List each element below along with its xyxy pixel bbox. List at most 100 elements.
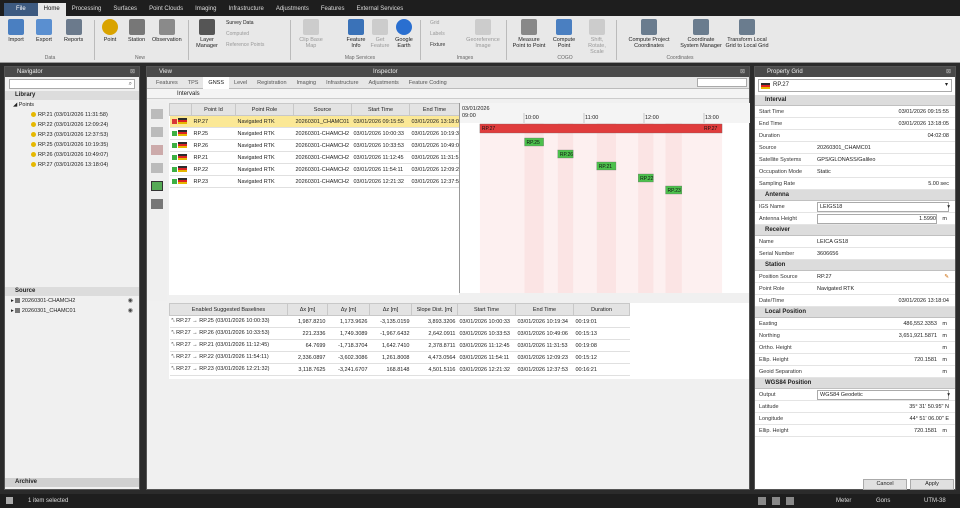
- baseline-row[interactable]: ⤣ RP.27 → RP.26 (03/01/2026 10:33:53) 221…: [169, 327, 630, 340]
- tab-level[interactable]: Level: [229, 77, 252, 89]
- view-icon[interactable]: [786, 497, 794, 505]
- tool-icon[interactable]: [151, 199, 163, 209]
- point-item[interactable]: RP.25 (03/01/2026 10:19:35): [5, 140, 139, 150]
- tab-infrastructure[interactable]: Infrastructure: [321, 77, 363, 89]
- column-header[interactable]: Duration: [573, 303, 630, 316]
- export-button[interactable]: Export: [36, 19, 52, 43]
- menu-tab-point-clouds[interactable]: Point Clouds: [143, 3, 189, 16]
- menu-tab-external-services[interactable]: External Services: [351, 3, 410, 16]
- view-icon[interactable]: [772, 497, 780, 505]
- column-header[interactable]: Slope Dist. [m]: [411, 303, 458, 316]
- baseline-row[interactable]: ⤣ RP.27 → RP.21 (03/01/2026 11:12:45) 64.…: [169, 339, 630, 352]
- transform-grid-button[interactable]: Transform Local Grid to Local Grid: [724, 19, 770, 49]
- station-button[interactable]: Station: [128, 19, 145, 43]
- source-item[interactable]: ▸ 20260301-CHAMCH2 ◉: [5, 296, 139, 306]
- baseline-row[interactable]: ⤣ RP.27 → RP.25 (03/01/2026 10:00:33) 1,9…: [169, 315, 630, 328]
- column-header[interactable]: Source: [293, 103, 352, 116]
- object-selector[interactable]: RP.27 ▾: [758, 79, 952, 92]
- menu-tab-surfaces[interactable]: Surfaces: [107, 3, 143, 16]
- points-node[interactable]: ◢ Points: [5, 100, 139, 110]
- cancel-button[interactable]: Cancel: [863, 479, 907, 490]
- property-pos_source[interactable]: Position Source RP.27 ✎: [755, 271, 955, 283]
- angle-units-selector[interactable]: Gons: [876, 494, 890, 508]
- baseline-row[interactable]: ⤣ RP.27 → RP.23 (03/01/2026 12:21:32) 3,1…: [169, 363, 630, 376]
- view-icon[interactable]: [758, 497, 766, 505]
- eye-icon[interactable]: ◉: [128, 296, 133, 306]
- tab-features[interactable]: Features: [151, 77, 183, 89]
- point-item[interactable]: RP.27 (03/01/2026 13:18:04): [5, 160, 139, 170]
- tool-icon[interactable]: [151, 181, 163, 191]
- menu-tab-file[interactable]: File: [4, 3, 38, 16]
- column-header[interactable]: Δz [m]: [369, 303, 412, 316]
- section-wgs[interactable]: WGS84 Position: [755, 378, 955, 389]
- table-row[interactable]: RP.26 Navigated RTK 20260301-CHAMCH2 03/01/…: [169, 139, 460, 152]
- table-row[interactable]: RP.22 Navigated RTK 20260301-CHAMCH2 03/01/…: [169, 163, 460, 176]
- baseline-row[interactable]: ⤣ RP.27 → RP.22 (03/01/2026 11:54:11) 2,3…: [169, 351, 630, 364]
- menu-tab-home[interactable]: Home: [37, 3, 66, 16]
- units-selector[interactable]: Meter: [836, 494, 851, 508]
- georeference-image-button[interactable]: Georeference Image: [466, 19, 500, 49]
- close-icon[interactable]: ⊠: [130, 67, 135, 77]
- reports-button[interactable]: Reports: [64, 19, 83, 43]
- tab-tps[interactable]: TPS: [183, 77, 204, 89]
- point-button[interactable]: Point: [102, 19, 118, 43]
- section-antenna[interactable]: Antenna: [755, 190, 955, 201]
- menu-tab-processing[interactable]: Processing: [66, 3, 108, 16]
- column-header[interactable]: Enabled Suggested Baselines: [169, 303, 288, 316]
- compute-point-button[interactable]: Compute Point: [550, 19, 578, 49]
- apply-button[interactable]: Apply: [910, 479, 954, 490]
- tab-feature-coding[interactable]: Feature Coding: [404, 77, 452, 89]
- column-header[interactable]: Δy [m]: [327, 303, 370, 316]
- coordinate-system-manager-button[interactable]: Coordinate System Manager: [678, 19, 724, 49]
- column-header[interactable]: Point Role: [235, 103, 294, 116]
- table-row[interactable]: RP.27 Navigated RTK 20260301_CHAMC01 03/01/…: [169, 115, 460, 128]
- measure-button[interactable]: Measure Point to Point: [512, 19, 546, 49]
- clip-base-map-button[interactable]: Clip Base Map: [298, 19, 324, 49]
- column-header[interactable]: Point Id: [191, 103, 236, 116]
- compute-project-coordinates-button[interactable]: Compute Project Coordinates: [622, 19, 676, 49]
- table-row[interactable]: RP.21 Navigated RTK 20260301-CHAMCH2 03/01/…: [169, 151, 460, 164]
- source-item[interactable]: ▸ 20260301_CHAMC01 ◉: [5, 306, 139, 316]
- point-item[interactable]: RP.21 (03/01/2026 11:31:58): [5, 110, 139, 120]
- tool-icon[interactable]: [151, 109, 163, 119]
- close-icon[interactable]: ⊠: [740, 67, 745, 77]
- tab-gnss[interactable]: GNSS: [203, 77, 230, 89]
- feature-info-button[interactable]: Feature Info: [344, 19, 368, 49]
- close-icon[interactable]: ⊠: [946, 67, 951, 77]
- tool-icon[interactable]: [151, 145, 163, 155]
- tab-adjustments[interactable]: Adjustments: [364, 77, 404, 89]
- table-row[interactable]: RP.23 Navigated RTK 20260301-CHAMCH2 03/01/…: [169, 175, 460, 188]
- reference-points-toggle[interactable]: Reference Points: [226, 42, 264, 48]
- property-ant_height[interactable]: Antenna Height 1.5990 m: [755, 213, 955, 225]
- property-output[interactable]: Output WGS84 Geodetic ▾: [755, 389, 955, 401]
- column-header[interactable]: Start Time: [457, 303, 516, 316]
- tool-icon[interactable]: [151, 127, 163, 137]
- column-header[interactable]: End Time: [515, 303, 574, 316]
- google-earth-button[interactable]: Google Earth: [392, 19, 416, 49]
- column-header[interactable]: End Time: [409, 103, 460, 116]
- library-header[interactable]: Library: [5, 91, 139, 100]
- property-igs[interactable]: IGS Name LEIGS18 ▾: [755, 201, 955, 213]
- section-local[interactable]: Local Position: [755, 307, 955, 318]
- shift-rotate-scale-button[interactable]: Shift, Rotate, Scale: [582, 19, 612, 55]
- import-button[interactable]: Import: [8, 19, 24, 43]
- crs-selector[interactable]: UTM-38: [924, 494, 946, 508]
- section-receiver[interactable]: Receiver: [755, 225, 955, 236]
- grid-toggle[interactable]: Grid: [430, 20, 439, 26]
- menu-tab-imaging[interactable]: Imaging: [189, 3, 222, 16]
- section-interval[interactable]: Interval: [755, 95, 955, 106]
- navigator-search-input[interactable]: ⌕: [9, 79, 135, 89]
- tab-registration[interactable]: Registration: [252, 77, 291, 89]
- labels-toggle[interactable]: Labels: [430, 31, 445, 37]
- intervals-tab[interactable]: Intervals: [177, 91, 200, 97]
- menu-tab-features[interactable]: Features: [315, 3, 351, 16]
- timeline-chart[interactable]: 03/01/2026 09:00 10:00 11:00 12:00 13:00 RP.27…: [459, 103, 750, 293]
- point-item[interactable]: RP.23 (03/01/2026 12:37:53): [5, 130, 139, 140]
- column-header[interactable]: Start Time: [351, 103, 410, 116]
- column-header[interactable]: Δx [m]: [287, 303, 328, 316]
- menu-tab-infrastructure[interactable]: Infrastructure: [222, 3, 269, 16]
- tool-icon[interactable]: [151, 163, 163, 173]
- computed-toggle[interactable]: Computed: [226, 31, 249, 37]
- archive-header[interactable]: Archive: [5, 478, 139, 487]
- point-item[interactable]: RP.22 (03/01/2026 12:09:24): [5, 120, 139, 130]
